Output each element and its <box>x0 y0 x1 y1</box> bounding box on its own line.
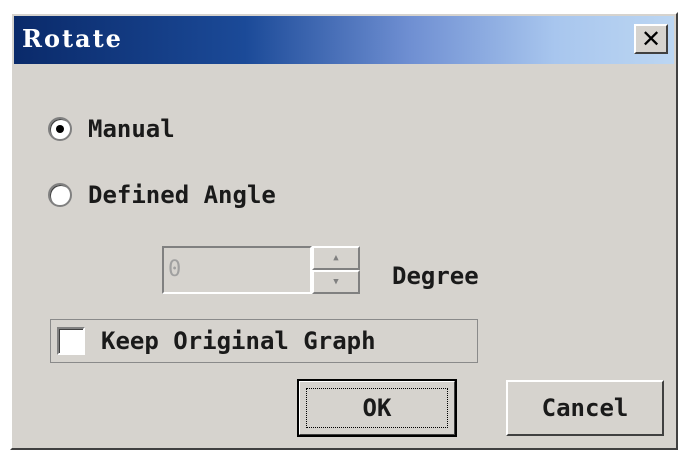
spin-up-button[interactable]: ▲ <box>312 246 360 270</box>
chevron-up-icon: ▲ <box>333 253 339 263</box>
cancel-button[interactable]: Cancel <box>506 380 664 436</box>
defined-angle-label: Defined Angle <box>88 181 276 209</box>
keep-original-option[interactable]: Keep Original Graph <box>50 319 478 363</box>
keep-original-label: Keep Original Graph <box>101 327 376 355</box>
dialog-title: Rotate <box>22 24 123 53</box>
close-button[interactable]: ✕ <box>634 24 668 54</box>
manual-option[interactable]: Manual <box>48 114 175 144</box>
manual-radio[interactable] <box>48 117 72 141</box>
ok-label: OK <box>362 394 392 422</box>
close-icon: ✕ <box>640 25 662 53</box>
spin-buttons: ▲ ▼ <box>312 246 360 294</box>
angle-spinner: 0 ▲ ▼ <box>162 246 362 294</box>
title-bar[interactable]: Rotate ✕ <box>14 16 674 64</box>
angle-input[interactable]: 0 <box>162 246 312 294</box>
manual-label: Manual <box>88 115 175 143</box>
radio-selected-dot <box>56 125 64 133</box>
keep-original-checkbox[interactable] <box>57 327 85 355</box>
ok-button[interactable]: OK <box>297 379 457 437</box>
degree-label: Degree <box>392 262 479 290</box>
spin-down-button[interactable]: ▼ <box>312 270 360 294</box>
cancel-label: Cancel <box>541 394 629 422</box>
defined-angle-radio[interactable] <box>48 183 72 207</box>
rotate-dialog: Rotate ✕ Manual Defined Angle 0 ▲ ▼ Degr… <box>10 12 678 450</box>
defined-angle-option[interactable]: Defined Angle <box>48 180 276 210</box>
chevron-down-icon: ▼ <box>333 277 339 287</box>
